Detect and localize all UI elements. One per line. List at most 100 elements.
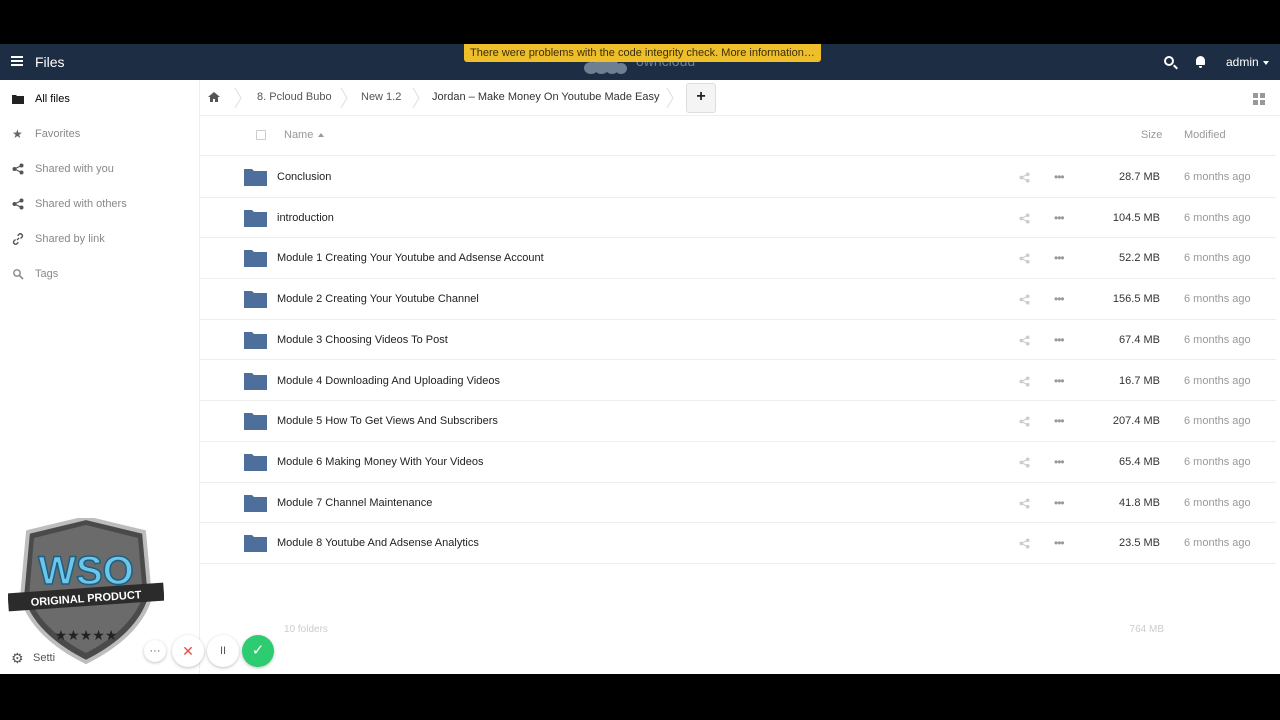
share-icon[interactable]: [1019, 416, 1030, 427]
cancel-button[interactable]: ✕: [172, 635, 204, 667]
tag-icon: [13, 269, 24, 280]
file-size: 65.4 MB: [1119, 455, 1160, 468]
share-icon[interactable]: [1019, 294, 1030, 305]
sidebar-item-label: Shared with you: [35, 163, 114, 175]
total-size-summary: 764 MB: [1129, 624, 1164, 635]
file-modified: 6 months ago: [1184, 252, 1251, 265]
file-name[interactable]: Conclusion: [277, 171, 331, 183]
user-menu[interactable]: admin: [1226, 55, 1269, 69]
select-all-checkbox[interactable]: [256, 130, 266, 140]
more-actions-icon[interactable]: •••: [1054, 455, 1068, 469]
file-modified: 6 months ago: [1184, 374, 1251, 387]
table-row[interactable]: Module 8 Youtube And Adsense Analytics ••…: [200, 523, 1276, 564]
file-name[interactable]: Module 1 Creating Your Youtube and Adsen…: [277, 252, 544, 264]
home-icon[interactable]: [208, 92, 220, 102]
table-row[interactable]: Module 2 Creating Your Youtube Channel ••…: [200, 279, 1276, 320]
file-modified: 6 months ago: [1184, 455, 1251, 468]
file-name[interactable]: Module 2 Creating Your Youtube Channel: [277, 293, 479, 305]
more-actions-icon[interactable]: •••: [1054, 292, 1068, 306]
folder-icon: [244, 453, 267, 471]
folder-icon: [244, 535, 267, 553]
breadcrumb-item[interactable]: New 1.2: [361, 91, 401, 103]
file-size: 156.5 MB: [1112, 293, 1160, 306]
share-icon[interactable]: [1019, 498, 1030, 509]
more-actions-icon[interactable]: •••: [1054, 170, 1068, 184]
sidebar-item-all-files[interactable]: All files: [0, 82, 200, 116]
grid-view-icon[interactable]: [1253, 93, 1265, 105]
share-icon[interactable]: [1019, 375, 1030, 387]
share-icon[interactable]: [1019, 538, 1030, 549]
more-actions-icon[interactable]: •••: [1054, 251, 1068, 265]
file-modified: 6 months ago: [1184, 211, 1251, 224]
breadcrumb-separator-icon: [234, 88, 242, 108]
table-row[interactable]: introduction ••• 104.5 MB 6 months ago: [200, 198, 1276, 239]
star-icon: ★: [12, 127, 23, 141]
more-actions-icon[interactable]: •••: [1054, 414, 1068, 428]
sidebar-item-shared-by-link[interactable]: Shared by link: [0, 222, 200, 256]
file-name[interactable]: Module 7 Channel Maintenance: [277, 497, 432, 509]
more-actions-icon[interactable]: •••: [1054, 333, 1068, 347]
file-name[interactable]: Module 6 Making Money With Your Videos: [277, 456, 483, 468]
share-icon[interactable]: [1019, 335, 1030, 346]
table-row[interactable]: Module 4 Downloading And Uploading Video…: [200, 361, 1276, 402]
file-modified: 6 months ago: [1184, 171, 1251, 183]
share-icon[interactable]: [1019, 213, 1030, 224]
share-icon: [12, 163, 24, 175]
search-icon[interactable]: [1164, 56, 1174, 66]
sidebar-item-favorites[interactable]: ★ Favorites: [0, 117, 200, 151]
share-icon[interactable]: [1019, 253, 1030, 264]
file-name[interactable]: Module 8 Youtube And Adsense Analytics: [277, 537, 479, 549]
folder-icon: [244, 291, 267, 309]
sidebar-item-label: Shared with others: [35, 198, 127, 210]
file-size: 104.5 MB: [1112, 211, 1160, 224]
file-name[interactable]: introduction: [277, 212, 334, 224]
share-icon[interactable]: [1019, 172, 1030, 183]
file-modified: 6 months ago: [1184, 496, 1251, 509]
more-actions-icon[interactable]: •••: [1054, 211, 1068, 225]
column-header-name[interactable]: Name: [284, 129, 325, 141]
more-actions-icon[interactable]: •••: [1054, 496, 1068, 510]
share-icon[interactable]: [1019, 457, 1030, 468]
folder-icon: [244, 372, 267, 390]
hamburger-menu-icon[interactable]: [11, 56, 23, 66]
sidebar-item-label: Favorites: [35, 128, 81, 140]
column-header-size[interactable]: Size: [1141, 129, 1162, 141]
sidebar-item-label: Shared by link: [35, 233, 105, 245]
sidebar-item-label: Tags: [35, 268, 59, 280]
file-size: 67.4 MB: [1119, 333, 1160, 346]
file-name[interactable]: Module 3 Choosing Videos To Post: [277, 334, 448, 346]
breadcrumb: 8. Pcloud Bubo New 1.2 Jordan – Make Mon…: [200, 80, 1280, 116]
sidebar-item-shared-with-you[interactable]: Shared with you: [0, 152, 200, 186]
sidebar-item-shared-with-others[interactable]: Shared with others: [0, 187, 200, 221]
file-list: Name Size Modified Conclusion ••• 28.7 MB 6…: [200, 116, 1280, 674]
breadcrumb-separator-icon: [412, 88, 420, 108]
new-file-button[interactable]: +: [686, 83, 716, 113]
confirm-button[interactable]: ✓: [242, 635, 274, 667]
more-actions-icon[interactable]: •••: [1054, 536, 1068, 550]
breadcrumb-current[interactable]: Jordan – Make Money On Youtube Made Easy: [432, 91, 659, 103]
table-row[interactable]: Module 5 How To Get Views And Subscriber…: [200, 401, 1276, 442]
more-actions-icon[interactable]: •••: [1054, 374, 1068, 388]
breadcrumb-separator-icon: [666, 88, 674, 108]
file-size: 52.2 MB: [1119, 252, 1160, 265]
link-icon: [12, 233, 24, 245]
file-modified: 6 months ago: [1184, 333, 1251, 346]
table-row[interactable]: Module 3 Choosing Videos To Post ••• 67.4 …: [200, 320, 1276, 361]
breadcrumb-item[interactable]: 8. Pcloud Bubo: [257, 91, 332, 103]
table-row[interactable]: Conclusion ••• 28.7 MB 6 months ago: [200, 157, 1276, 198]
table-row[interactable]: Module 1 Creating Your Youtube and Adsen…: [200, 238, 1276, 280]
sidebar-item-tags[interactable]: Tags: [0, 257, 200, 291]
file-size: 28.7 MB: [1119, 171, 1160, 183]
app-title[interactable]: Files: [35, 54, 65, 70]
table-row[interactable]: Module 6 Making Money With Your Videos ••…: [200, 442, 1276, 483]
column-header-modified[interactable]: Modified: [1184, 129, 1226, 141]
file-name[interactable]: Module 4 Downloading And Uploading Video…: [277, 375, 500, 387]
table-row[interactable]: Module 7 Channel Maintenance ••• 41.8 MB 6 …: [200, 483, 1276, 524]
notifications-bell-icon[interactable]: [1196, 56, 1205, 68]
integrity-warning-banner[interactable]: There were problems with the code integr…: [464, 44, 821, 62]
file-size: 207.4 MB: [1112, 415, 1160, 428]
table-header: Name Size Modified: [200, 116, 1276, 156]
pause-button[interactable]: II: [207, 635, 239, 667]
file-name[interactable]: Module 5 How To Get Views And Subscriber…: [277, 415, 498, 427]
more-options-button[interactable]: ···: [144, 640, 166, 662]
